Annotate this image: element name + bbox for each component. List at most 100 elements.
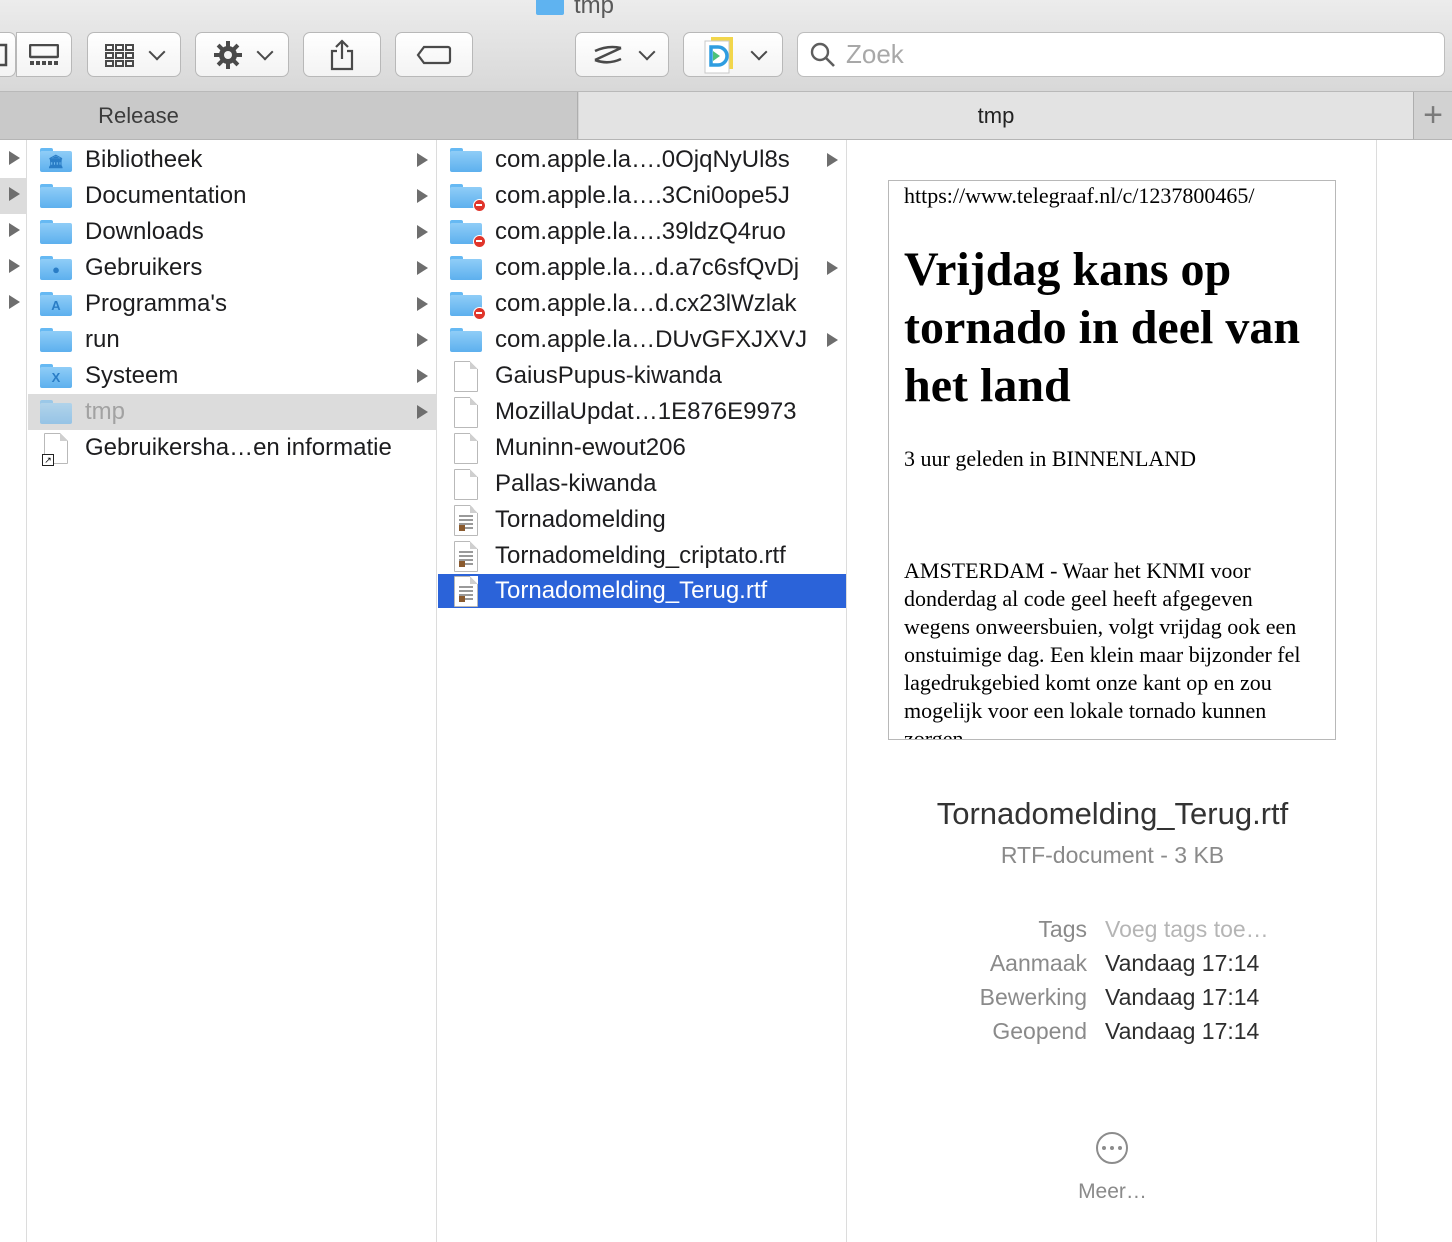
- folder-icon: [450, 256, 482, 280]
- metadata-table: Tags Voeg tags toe… Aanmaak Vandaag 17:1…: [848, 916, 1377, 1052]
- list-item-label: com.apple.la….3Cni0ope5J: [495, 182, 790, 209]
- action-button[interactable]: [195, 32, 289, 77]
- more-icon[interactable]: [1096, 1132, 1128, 1164]
- library-folder-icon: 🏛: [40, 148, 72, 172]
- document-icon: [454, 360, 478, 392]
- disclosure-arrow-icon[interactable]: [9, 223, 20, 237]
- share-button[interactable]: [303, 32, 381, 77]
- search-input[interactable]: [846, 39, 1406, 70]
- rtf-document-icon: [454, 575, 478, 607]
- preview-body: AMSTERDAM - Waar het KNMI voor donderdag…: [904, 558, 1301, 740]
- list-item[interactable]: com.apple.la….0OjqNyUl8s: [438, 142, 846, 178]
- preview-filename: Tornadomelding_Terug.rtf: [936, 796, 1289, 831]
- more-button[interactable]: Meer…: [848, 1180, 1377, 1204]
- disclosure-arrow-icon: [417, 225, 428, 239]
- list-item-bibliotheek[interactable]: 🏛 Bibliotheek: [28, 142, 436, 178]
- rtf-document-icon: [454, 540, 478, 572]
- tab-release[interactable]: Release: [0, 92, 578, 139]
- disclosure-arrow-icon: [417, 333, 428, 347]
- list-item[interactable]: com.apple.la…d.cx23lWzlak: [438, 286, 846, 322]
- disclosure-arrow-icon: [417, 369, 428, 383]
- list-item-label: Systeem: [85, 362, 179, 389]
- list-item-label: Tornadomelding_criptato.rtf: [495, 542, 786, 569]
- list-item[interactable]: Tornadomelding_criptato.rtf: [438, 538, 846, 574]
- meta-row-tags: Tags Voeg tags toe…: [848, 916, 1377, 950]
- meta-value: Vandaag 17:14: [1105, 1018, 1260, 1044]
- group-button[interactable]: [87, 32, 181, 77]
- disclosure-arrow-icon[interactable]: [9, 151, 20, 165]
- list-item[interactable]: GaiusPupus-kiwanda: [438, 358, 846, 394]
- users-folder-icon: ●: [40, 256, 72, 280]
- list-item-label: Downloads: [85, 218, 204, 245]
- list-item-selected[interactable]: Tornadomelding_Terug.rtf: [438, 574, 846, 608]
- restricted-folder-icon: [450, 184, 486, 212]
- applications-folder-icon: A: [40, 292, 72, 316]
- gear-icon: [214, 40, 242, 69]
- list-item-label: Muninn-ewout206: [495, 434, 686, 461]
- parent-column[interactable]: [0, 140, 27, 1242]
- chevron-down-icon: [638, 43, 656, 60]
- share-icon: [330, 38, 354, 70]
- tag-button[interactable]: [395, 32, 473, 77]
- preview-url: https://www.telegraaf.nl/c/1237800465/: [904, 183, 1255, 208]
- search-field[interactable]: [797, 32, 1445, 77]
- disclosure-arrow-icon[interactable]: [9, 187, 20, 201]
- disclosure-arrow-icon[interactable]: [9, 295, 20, 309]
- list-item-tmp[interactable]: tmp: [28, 394, 436, 430]
- list-item-gebruikers[interactable]: ● Gebruikers: [28, 250, 436, 286]
- preview-meta: 3 uur geleden in BINNENLAND: [904, 446, 1197, 471]
- list-item-gebruikershandleiding[interactable]: ↗ Gebruikersha…en informatie: [28, 430, 436, 466]
- meta-key: Bewerking: [979, 984, 1087, 1010]
- tags-input[interactable]: Voeg tags toe…: [1105, 916, 1269, 943]
- column-view-button[interactable]: [0, 32, 16, 77]
- window-title-text: tmp: [574, 0, 615, 19]
- disclosure-arrow-icon: [827, 261, 838, 275]
- disclosure-arrow-icon: [827, 153, 838, 167]
- document-icon: [454, 396, 478, 428]
- list-item-label: tmp: [85, 398, 126, 425]
- list-item[interactable]: com.apple.la….39ldzQ4ruo: [438, 214, 846, 250]
- document-thumbnail[interactable]: https://www.telegraaf.nl/c/1237800465/ V…: [888, 180, 1336, 740]
- tag-icon: [416, 45, 452, 64]
- folder-icon: [40, 328, 72, 352]
- list-item-label: Documentation: [85, 182, 247, 209]
- window-title: tmp: [536, 0, 615, 19]
- list-item-systeem[interactable]: X Systeem: [28, 358, 436, 394]
- list-item-label: Tornadomelding_Terug.rtf: [495, 577, 768, 604]
- document-icon: [454, 468, 478, 500]
- list-item[interactable]: com.apple.la….3Cni0ope5J: [438, 178, 846, 214]
- meta-value: Vandaag 17:14: [1105, 984, 1260, 1010]
- list-item-programmas[interactable]: A Programma's: [28, 286, 436, 322]
- folder-icon: [450, 328, 482, 352]
- list-item-label: Bibliotheek: [85, 146, 203, 173]
- meta-key: Geopend: [992, 1018, 1087, 1044]
- list-item[interactable]: com.apple.la…DUvGFXJXVJ: [438, 322, 846, 358]
- new-tab-button[interactable]: +: [1413, 92, 1452, 139]
- list-item[interactable]: com.apple.la…d.a7c6sfQvDj: [438, 250, 846, 286]
- meta-row-opened: Geopend Vandaag 17:14: [848, 1018, 1377, 1052]
- app-d-icon: [704, 36, 733, 73]
- list-item-downloads[interactable]: Downloads: [28, 214, 436, 250]
- list-item-run[interactable]: run: [28, 322, 436, 358]
- document-icon: [454, 432, 478, 464]
- disclosure-arrow-icon[interactable]: [9, 259, 20, 273]
- disclosure-arrow-icon: [417, 261, 428, 275]
- list-item-label: com.apple.la….0OjqNyUl8s: [495, 146, 790, 173]
- disclosure-arrow-icon: [417, 297, 428, 311]
- system-folder-icon: X: [40, 364, 72, 388]
- list-item[interactable]: Pallas-kiwanda: [438, 466, 846, 502]
- list-item-label: run: [85, 326, 120, 353]
- gallery-view-button[interactable]: [16, 32, 72, 77]
- meta-row-created: Aanmaak Vandaag 17:14: [848, 950, 1377, 984]
- folder-icon: [450, 148, 482, 172]
- app-d-button[interactable]: [683, 32, 783, 77]
- list-item[interactable]: Muninn-ewout206: [438, 430, 846, 466]
- list-item-documentation[interactable]: Documentation: [28, 178, 436, 214]
- disclosure-arrow-icon: [827, 333, 838, 347]
- list-item[interactable]: MozillaUpdat…1E876E9973: [438, 394, 846, 430]
- list-item[interactable]: Tornadomelding: [438, 502, 846, 538]
- tab-tmp[interactable]: tmp: [579, 92, 1413, 139]
- app-s-button[interactable]: [575, 32, 669, 77]
- search-icon: [810, 42, 835, 67]
- preview-headline: Vrijdag kans op tornado in deel van het …: [904, 243, 1301, 412]
